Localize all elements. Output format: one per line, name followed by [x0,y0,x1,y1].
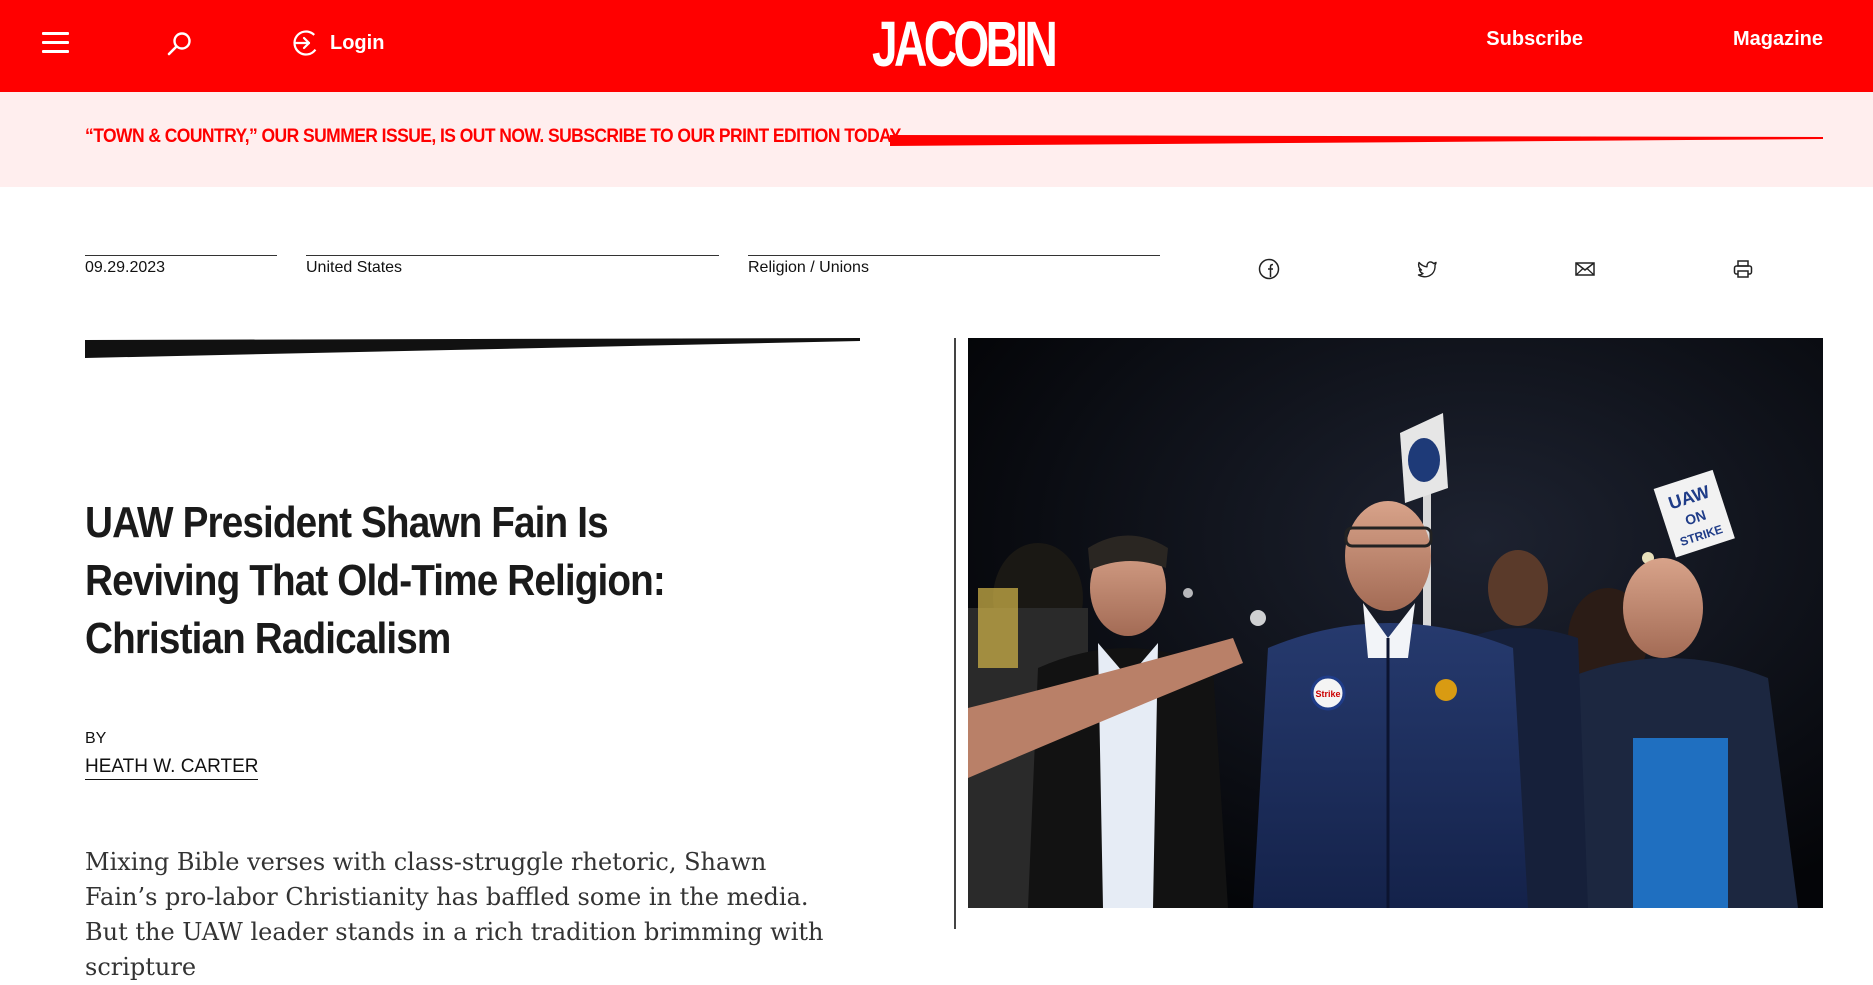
article-headline: UAW President Shawn Fain Is Reviving Tha… [85,498,666,663]
promo-text[interactable]: “TOWN & COUNTRY,” OUR SUMMER ISSUE, IS O… [85,126,904,148]
search-icon-glyph [167,32,191,56]
man-right-head [1623,558,1703,658]
date-rule [85,255,277,256]
center-figure-head [1345,501,1431,611]
site-header: Login JACOBIN Subscribe Magazine [0,0,1873,92]
magazine-link[interactable]: Magazine [1733,28,1823,51]
facebook-icon[interactable] [1258,258,1280,280]
subscribe-link[interactable]: Subscribe [1486,28,1583,51]
topics-rule [748,255,1160,256]
twitter-icon[interactable] [1416,258,1438,280]
login-label: Login [330,31,385,54]
strike-rally-photo: UAW ON STRIKE Strike [968,338,1823,908]
hero-photo: UAW ON STRIKE Strike [968,338,1823,908]
promo-wedge-line [890,135,1823,146]
promo-banner: “TOWN & COUNTRY,” OUR SUMMER ISSUE, IS O… [0,92,1873,187]
hamburger-icon[interactable] [42,30,70,56]
login-arrow-icon [293,30,319,56]
print-icon[interactable] [1732,258,1754,280]
jacobin-logo[interactable]: JACOBIN [872,12,1058,76]
email-icon[interactable] [1574,258,1596,280]
article-region[interactable]: United States [306,259,402,277]
strike-pin-text: Strike [1315,689,1340,699]
article-topics[interactable]: Religion / Unions [748,259,869,277]
column-divider [954,338,956,929]
headline-wedge [85,338,860,358]
region-rule [306,255,719,256]
byline-prefix: BY [85,730,107,747]
article-date: 09.29.2023 [85,259,166,276]
search-icon[interactable] [166,30,194,58]
uaw-logo-patch [1435,679,1457,701]
login-button[interactable]: Login [292,28,384,58]
author-link[interactable]: HEATH W. CARTER [85,756,259,780]
article-dek: Mixing Bible verses with class-struggle … [85,848,824,981]
